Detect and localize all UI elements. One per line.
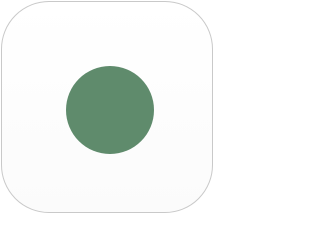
- circle-icon: [66, 66, 154, 154]
- app-icon[interactable]: [1, 1, 213, 213]
